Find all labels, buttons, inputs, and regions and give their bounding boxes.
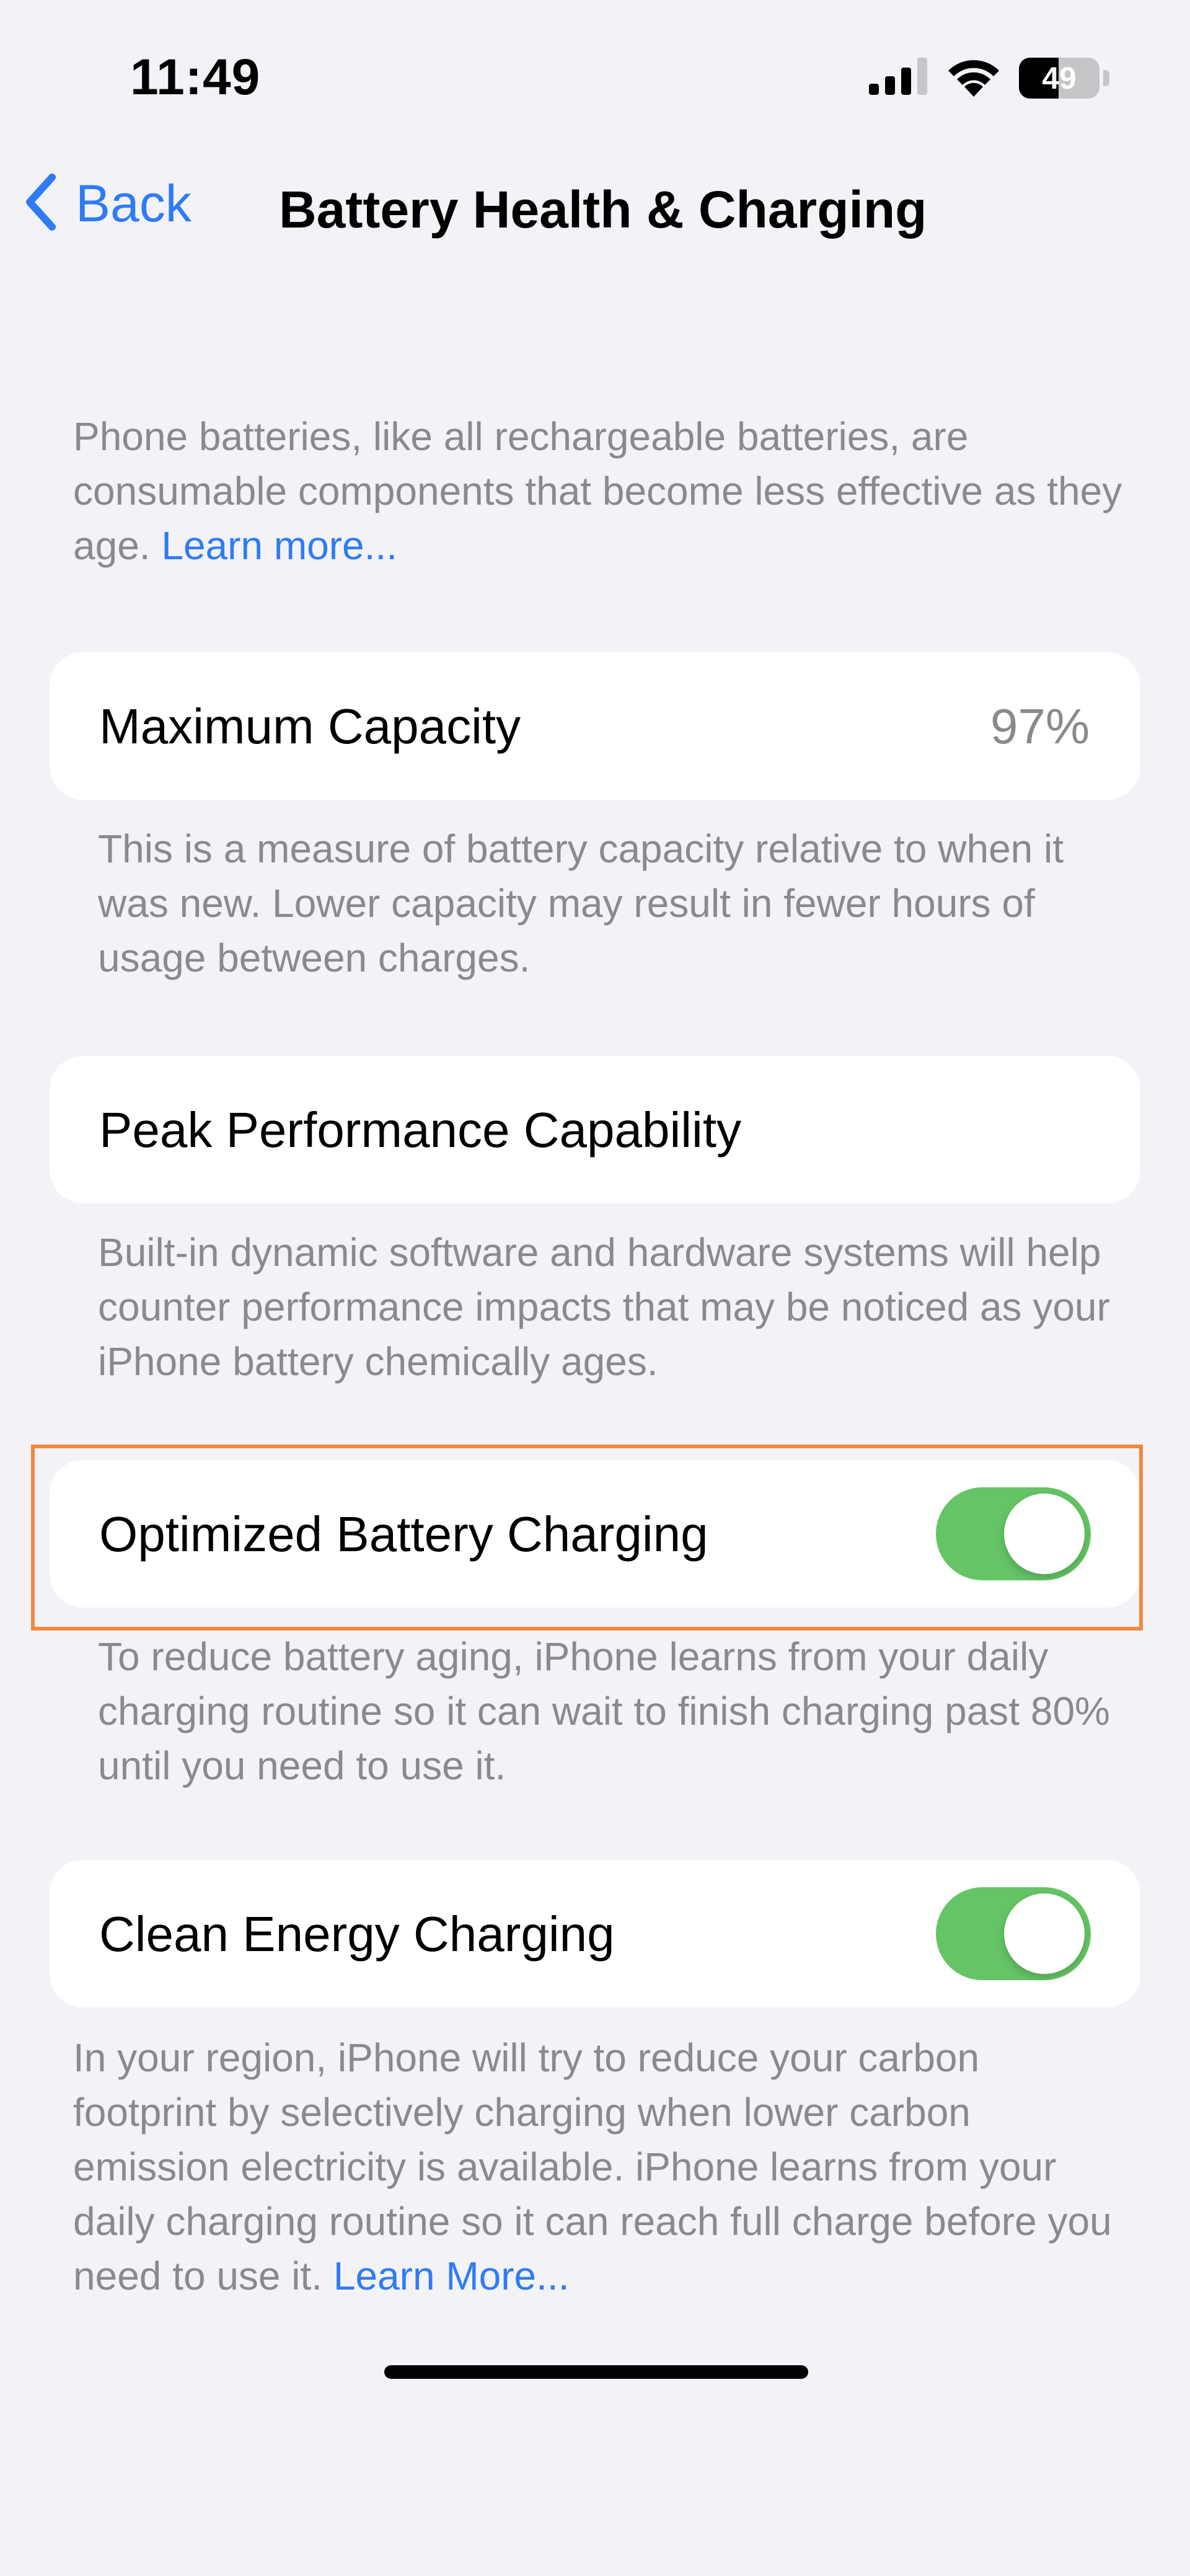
- page-title: Battery Health & Charging: [279, 180, 927, 239]
- back-button[interactable]: Back: [25, 174, 192, 234]
- battery-icon: 49: [1019, 57, 1100, 99]
- battery-level: 49: [1042, 60, 1077, 95]
- peak-performance-footnote: Built-in dynamic software and hardware s…: [98, 1230, 1110, 1384]
- maximum-capacity-value: 97%: [990, 699, 1090, 754]
- back-label: Back: [76, 174, 192, 232]
- chevron-left-icon: [25, 174, 57, 234]
- clean-energy-label: Clean Energy Charging: [99, 1906, 615, 1962]
- clean-energy-row: Clean Energy Charging: [50, 1860, 1140, 2007]
- learn-more-link[interactable]: Learn More...: [333, 2254, 570, 2298]
- clean-energy-body: In your region, iPhone will try to reduc…: [73, 2035, 1112, 2298]
- highlight-box: [31, 1445, 1143, 1631]
- home-indicator: [384, 2365, 808, 2379]
- wifi-icon: [946, 56, 1002, 100]
- peak-performance-label: Peak Performance Capability: [99, 1102, 742, 1157]
- status-time: 11:49: [130, 49, 261, 105]
- maximum-capacity-row: Maximum Capacity 97%: [50, 652, 1140, 800]
- peak-performance-row: Peak Performance Capability: [50, 1056, 1140, 1203]
- clean-energy-toggle[interactable]: [936, 1887, 1091, 1980]
- toggle-knob: [1004, 1893, 1085, 1974]
- learn-more-link[interactable]: Learn more...: [161, 523, 397, 568]
- status-icons: 49: [869, 56, 1109, 100]
- maximum-capacity-footnote: This is a measure of battery capacity re…: [98, 826, 1064, 980]
- optimized-charging-footnote: To reduce battery aging, iPhone learns f…: [98, 1634, 1110, 1788]
- intro-text: Phone batteries, like all rechargeable b…: [73, 409, 1127, 573]
- cellular-signal-icon: [869, 58, 928, 98]
- maximum-capacity-label: Maximum Capacity: [99, 699, 521, 754]
- clean-energy-footnote: In your region, iPhone will try to reduc…: [73, 2030, 1127, 2303]
